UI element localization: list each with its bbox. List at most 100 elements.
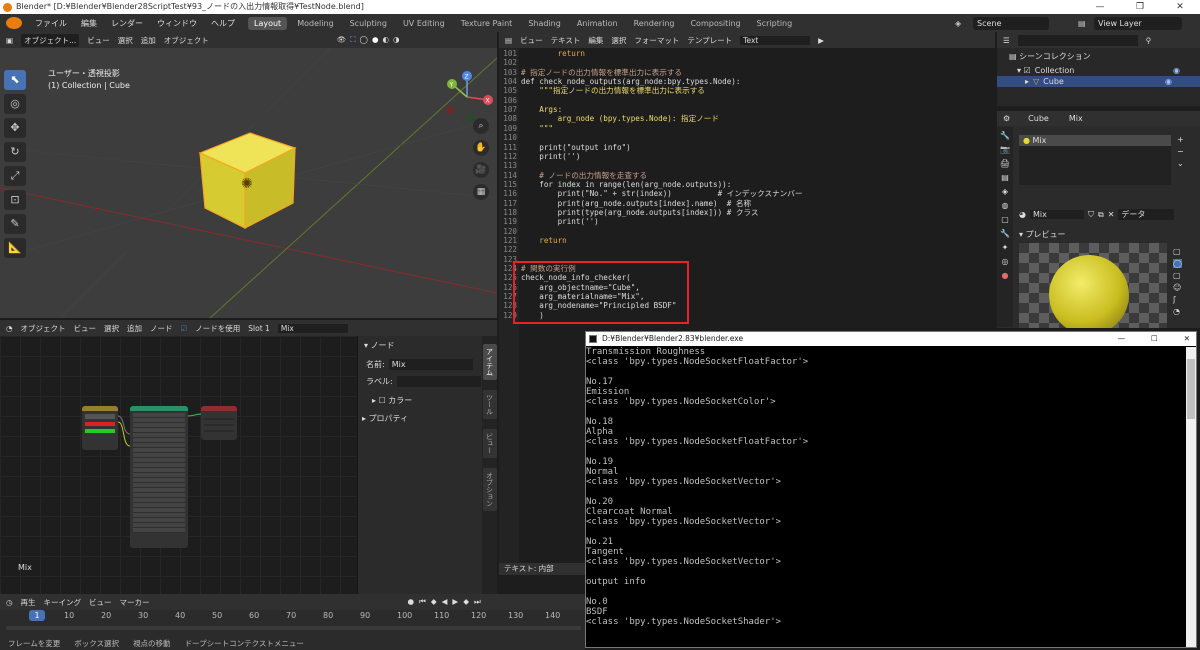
timeline-menu-playback[interactable]: 再生 bbox=[21, 597, 36, 608]
code-line[interactable]: 111 print("output info") bbox=[499, 143, 630, 152]
menu-window[interactable]: ウィンドウ bbox=[150, 18, 204, 29]
code-line[interactable]: 122 bbox=[499, 245, 521, 254]
view-layer-selector[interactable]: View Layer bbox=[1094, 16, 1182, 30]
console-window[interactable]: D:¥Blender¥Blender2.83¥blender.exe — ☐ ✕… bbox=[585, 331, 1197, 648]
node-menu-add[interactable]: 追加 bbox=[127, 323, 142, 334]
maximize-button[interactable]: ❐ bbox=[1120, 0, 1160, 14]
camera-icon[interactable]: 🎥 bbox=[473, 162, 489, 178]
material-context[interactable]: Mix bbox=[1069, 114, 1083, 123]
record-icon[interactable]: ● bbox=[408, 597, 415, 607]
zoom-icon[interactable]: ⌕ bbox=[473, 118, 489, 134]
link-data-selector[interactable]: データ bbox=[1118, 209, 1175, 220]
timeline-menu-keying[interactable]: キーイング bbox=[44, 597, 82, 608]
annotate-tool-icon[interactable]: ✎ bbox=[4, 214, 26, 234]
preview-flat-icon[interactable]: ▢ bbox=[1173, 247, 1182, 256]
material-name-field[interactable]: Mix bbox=[1029, 210, 1084, 219]
3d-viewport[interactable]: ⬉ ◎ ✥ ↻ ⤢ ⊡ ✎ 📐 ユーザー・透視投影 (1) Collection… bbox=[0, 48, 497, 318]
tab-texture-paint[interactable]: Texture Paint bbox=[455, 17, 519, 30]
properties-type-icon[interactable]: ⚙ bbox=[1003, 114, 1010, 123]
world-tab-icon[interactable]: ◍ bbox=[1002, 201, 1009, 210]
slot-menu-button[interactable]: ⌄ bbox=[1177, 159, 1184, 168]
cube-object[interactable]: ✺ bbox=[195, 128, 305, 238]
text-menu-select[interactable]: 選択 bbox=[611, 35, 626, 46]
code-line[interactable]: 104 def check_node_outputs(arg_node:bpy.t… bbox=[499, 77, 740, 86]
preview-monkey-icon[interactable]: ☺ bbox=[1173, 283, 1182, 292]
pan-hand-icon[interactable]: ✋ bbox=[473, 140, 489, 156]
text-menu-view[interactable]: ビュー bbox=[520, 35, 543, 46]
color-section[interactable]: ▸ ☐ カラー bbox=[372, 395, 497, 406]
slot-selector[interactable]: Slot 1 bbox=[248, 324, 270, 333]
node-section[interactable]: ▾ ノード bbox=[364, 340, 481, 351]
code-line[interactable]: 115 for index in range(len(arg_node.outp… bbox=[499, 180, 731, 189]
code-line[interactable]: 112 print('') bbox=[499, 152, 580, 161]
play-icon[interactable]: ▶ bbox=[452, 597, 458, 607]
jump-start-icon[interactable]: ⏮ bbox=[419, 597, 426, 607]
jump-end-icon[interactable]: ⏭ bbox=[474, 597, 481, 607]
outliner-collection-row[interactable]: ▾ ☑ Collection ◉ bbox=[997, 65, 1200, 76]
viewport-menu-object[interactable]: オブジェクト bbox=[164, 35, 209, 46]
code-line[interactable]: 121 return bbox=[499, 236, 566, 245]
code-line[interactable]: 101 return bbox=[499, 49, 585, 58]
tab-options[interactable]: オプション bbox=[482, 468, 497, 511]
tab-view[interactable]: ビュー bbox=[482, 429, 497, 458]
preview-sphere-icon[interactable]: ◯ bbox=[1173, 259, 1182, 268]
object-tab-icon[interactable]: ▢ bbox=[1001, 215, 1009, 224]
timeline-menu-view[interactable]: ビュー bbox=[89, 597, 112, 608]
timeline-menu-marker[interactable]: マーカー bbox=[120, 597, 150, 608]
frame-ruler[interactable]: 10 20 30 40 50 60 70 80 90 100 110 120 130 140 bbox=[0, 611, 585, 621]
code-line[interactable]: 109 """ bbox=[499, 124, 553, 133]
copy-icon[interactable]: ⧉ bbox=[1098, 210, 1104, 220]
measure-tool-icon[interactable]: 📐 bbox=[4, 238, 26, 258]
text-menu-templates[interactable]: テンプレート bbox=[687, 35, 732, 46]
blender-menu-icon[interactable] bbox=[6, 17, 22, 29]
editor-type-icon[interactable]: ▣ bbox=[6, 36, 13, 45]
close-button[interactable]: ✕ bbox=[1160, 0, 1200, 14]
tab-rendering[interactable]: Rendering bbox=[628, 17, 681, 30]
material-slot-item[interactable]: ● Mix bbox=[1019, 135, 1171, 146]
grid-view-icon[interactable]: ▦ bbox=[473, 184, 489, 200]
play-reverse-icon[interactable]: ◀ bbox=[442, 597, 448, 607]
use-nodes-checkbox[interactable]: ☑ bbox=[181, 324, 188, 333]
node-menu-view[interactable]: ビュー bbox=[74, 323, 97, 334]
preview-cube-icon[interactable]: ▢ bbox=[1173, 271, 1182, 280]
code-line[interactable]: 116 print("No." + str(index)) # インデックスナン… bbox=[499, 189, 802, 198]
scene-tab-icon[interactable]: ◈ bbox=[1002, 187, 1008, 196]
material-tab-icon[interactable]: ● bbox=[1002, 271, 1009, 280]
menu-edit[interactable]: 編集 bbox=[74, 18, 104, 29]
text-menu-format[interactable]: フォーマット bbox=[634, 35, 679, 46]
code-line[interactable]: 106 bbox=[499, 96, 521, 105]
rotate-tool-icon[interactable]: ↻ bbox=[4, 142, 26, 162]
properties-section[interactable]: ▸ プロパティ bbox=[362, 413, 497, 424]
outliner-search[interactable] bbox=[1017, 34, 1138, 46]
unlink-icon[interactable]: ✕ bbox=[1108, 210, 1115, 219]
node-principled-bsdf[interactable] bbox=[130, 406, 188, 548]
code-line[interactable]: 113 bbox=[499, 161, 521, 170]
prev-key-icon[interactable]: ◆ bbox=[431, 597, 437, 607]
run-script-icon[interactable]: ▶ bbox=[818, 36, 824, 45]
tab-animation[interactable]: Animation bbox=[571, 17, 624, 30]
console-close-button[interactable]: ✕ bbox=[1184, 332, 1190, 346]
tab-shading[interactable]: Shading bbox=[522, 17, 567, 30]
add-slot-button[interactable]: + bbox=[1177, 135, 1184, 144]
object-context[interactable]: Cube bbox=[1028, 114, 1049, 123]
menu-file[interactable]: ファイル bbox=[28, 18, 74, 29]
gizmo-icon[interactable]: ⛶ bbox=[350, 35, 355, 45]
tab-compositing[interactable]: Compositing bbox=[684, 17, 746, 30]
node-editor-type-icon[interactable]: ◔ bbox=[6, 324, 13, 333]
code-line[interactable]: 108 arg_node (bpy.types.Node): 指定ノード bbox=[499, 114, 719, 123]
menu-render[interactable]: レンダー bbox=[104, 18, 150, 29]
tool-tab-icon[interactable]: 🔧 bbox=[1000, 131, 1010, 140]
code-line[interactable]: 102 bbox=[499, 58, 521, 67]
node-material-output[interactable] bbox=[201, 406, 237, 440]
code-line[interactable]: 120 bbox=[499, 227, 521, 236]
tab-item[interactable]: アイテム bbox=[482, 344, 497, 380]
scene-collection[interactable]: ▤ シーンコレクション bbox=[997, 48, 1200, 65]
node-rgb[interactable] bbox=[82, 406, 118, 450]
filter-icon[interactable]: ⚲ bbox=[1146, 36, 1152, 45]
next-key-icon[interactable]: ◆ bbox=[463, 597, 469, 607]
remove-slot-button[interactable]: − bbox=[1177, 147, 1184, 156]
code-line[interactable]: 103 # 指定ノードの出力情報を標準出力に表示する bbox=[499, 68, 682, 77]
navigation-gizmo[interactable]: Z X Y bbox=[440, 70, 494, 124]
code-line[interactable]: 119 print('') bbox=[499, 217, 598, 226]
view-layer-tab-icon[interactable]: ▤ bbox=[1001, 173, 1009, 182]
